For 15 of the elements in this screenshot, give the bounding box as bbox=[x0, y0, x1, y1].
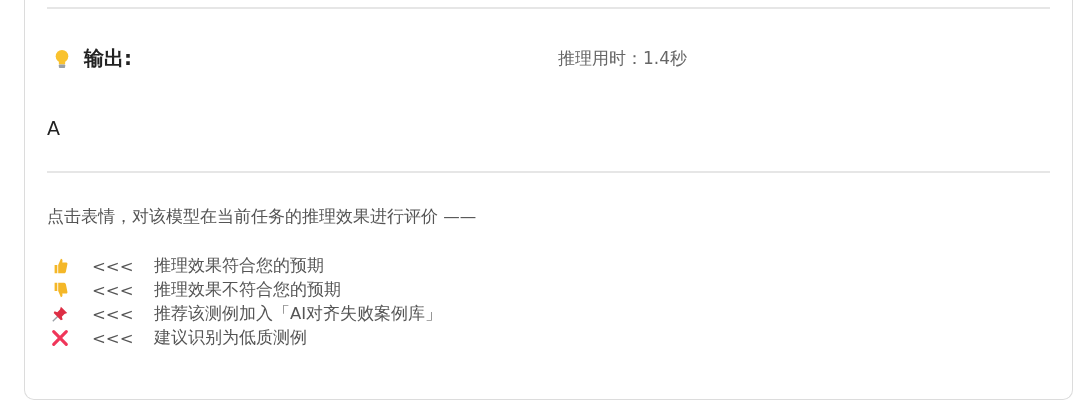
option-label: 推荐该测例加入「AI对齐失败案例库」 bbox=[154, 303, 443, 325]
arrow-text: <<< bbox=[92, 304, 135, 324]
output-text: A bbox=[47, 117, 61, 139]
arrow-text: <<< bbox=[92, 328, 135, 348]
option-label: 推理效果符合您的预期 bbox=[154, 255, 324, 277]
option-label: 推理效果不符合您的预期 bbox=[154, 279, 341, 301]
arrow-text: <<< bbox=[92, 280, 135, 300]
rating-prompt: 点击表情，对该模型在当前任务的推理效果进行评价 —— bbox=[47, 206, 478, 228]
cross-icon[interactable] bbox=[51, 329, 69, 347]
inference-time: 推理用时：1.4秒 bbox=[558, 47, 688, 70]
output-title: 输出: bbox=[84, 45, 132, 72]
arrow-text: <<< bbox=[92, 256, 135, 276]
pushpin-icon[interactable] bbox=[51, 305, 69, 323]
lightbulb-icon bbox=[53, 47, 71, 70]
option-label: 建议识别为低质测例 bbox=[154, 327, 307, 349]
